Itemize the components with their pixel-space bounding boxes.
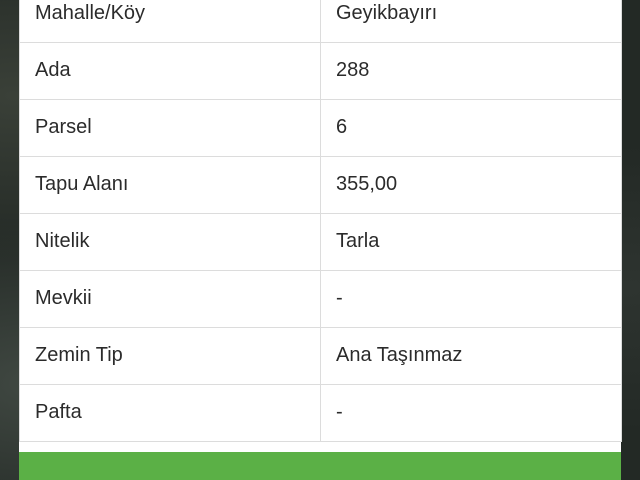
- row-label: Pafta: [19, 384, 321, 442]
- row-label: Parsel: [19, 99, 321, 157]
- row-value: Geyikbayırı: [320, 0, 622, 43]
- row-value: 355,00: [320, 156, 622, 214]
- row-label: Zemin Tip: [19, 327, 321, 385]
- table-row-parsel: Parsel 6: [19, 99, 622, 157]
- row-value: Ana Taşınmaz: [320, 327, 622, 385]
- row-value: 288: [320, 42, 622, 100]
- row-value: -: [320, 270, 622, 328]
- row-value: 6: [320, 99, 622, 157]
- table-row-tapu-alani: Tapu Alanı 355,00: [19, 156, 622, 214]
- table-row-zemin-tip: Zemin Tip Ana Taşınmaz: [19, 327, 622, 385]
- table-row-mevkii: Mevkii -: [19, 270, 622, 328]
- parcel-info-table: Mahalle/Köy Geyikbayırı Ada 288 Parsel 6…: [19, 0, 622, 442]
- row-label: Mevkii: [19, 270, 321, 328]
- row-label: Nitelik: [19, 213, 321, 271]
- table-row-pafta: Pafta -: [19, 384, 622, 442]
- parcel-info-panel: Mahalle/Köy Geyikbayırı Ada 288 Parsel 6…: [19, 0, 622, 480]
- row-value: Tarla: [320, 213, 622, 271]
- row-label: Tapu Alanı: [19, 156, 321, 214]
- table-row-nitelik: Nitelik Tarla: [19, 213, 622, 271]
- action-bar[interactable]: [19, 452, 621, 480]
- table-row-mahalle: Mahalle/Köy Geyikbayırı: [19, 0, 622, 43]
- table-row-ada: Ada 288: [19, 42, 622, 100]
- row-label: Mahalle/Köy: [19, 0, 321, 43]
- row-value: -: [320, 384, 622, 442]
- row-label: Ada: [19, 42, 321, 100]
